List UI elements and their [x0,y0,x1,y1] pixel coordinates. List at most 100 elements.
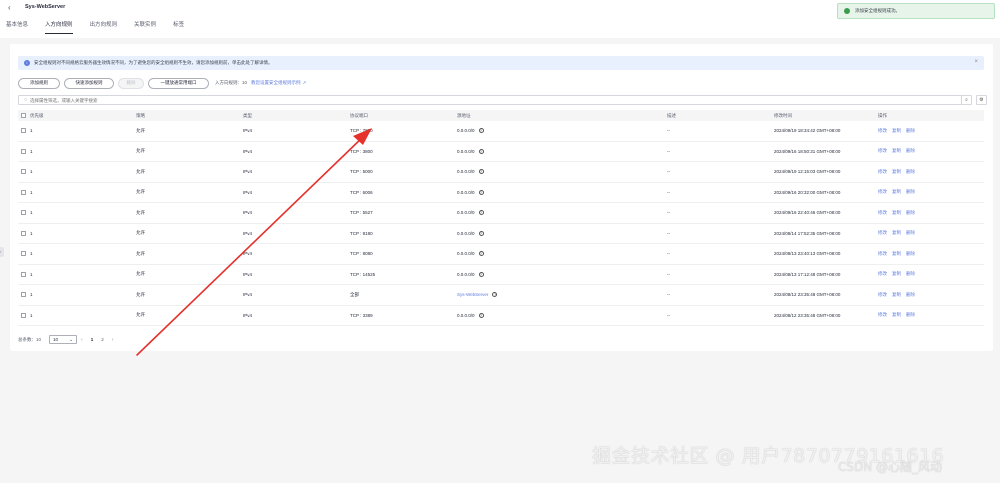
row-checkbox[interactable] [18,230,28,236]
help-icon[interactable]: ? [478,189,484,195]
delete-link[interactable]: 删除 [906,210,915,216]
chevron-left-icon[interactable]: ‹ [8,3,11,12]
add-rule-button[interactable]: 添加规则 [18,77,60,89]
search-input[interactable] [30,97,431,103]
cell-source: Sys-WebServer? [457,292,667,298]
delete-link[interactable]: 删除 [906,189,915,195]
source-value: 0.0.0.0/0 [457,148,475,154]
cell-protocol-port: TCP : 7860 [350,128,373,134]
row-checkbox[interactable] [18,292,28,298]
delete-link[interactable]: 删除 [906,271,915,277]
cell-policy: 允许 [136,189,145,195]
cell-description: -- [667,271,670,277]
modify-link[interactable]: 修改 [878,148,887,154]
row-checkbox[interactable] [18,148,28,154]
copy-link[interactable]: 复制 [892,210,901,216]
delete-link[interactable]: 删除 [906,230,915,236]
delete-link[interactable]: 删除 [906,292,915,298]
copy-link[interactable]: 复制 [892,251,901,257]
source-value: 0.0.0.0/0 [457,230,475,236]
tab-outbound-rules[interactable]: 出方向规则 [90,20,118,34]
cell-protocol-port: TCP : 14525 [350,271,376,277]
cell-policy: 允许 [136,230,145,236]
delete-link[interactable]: 删除 [906,128,915,134]
modify-link[interactable]: 修改 [878,169,887,175]
tab-associated-instances[interactable]: 关联实例 [134,20,156,34]
table-row: 1 允许 IPv4 TCP : 3389 0.0.0.0/0? -- 2024/08/12 … [18,306,984,326]
header-type: 类型 [243,112,252,118]
source-value[interactable]: Sys-WebServer [457,292,488,297]
toast-message: 添加安全组规则成功。 [855,8,900,13]
header-modified-time: 修改时间 [774,112,792,118]
help-icon[interactable]: ? [492,292,498,298]
delete-link[interactable]: 删除 [906,148,915,154]
tab-inbound-rules[interactable]: 入方向规则 [45,20,73,34]
cell-description: -- [667,169,670,175]
modify-link[interactable]: 修改 [878,251,887,257]
cell-protocol-port: TCP : 5000 [350,169,373,175]
table-row: 1 允许 IPv4 TCP : 6006 0.0.0.0/0? -- 2024/09/16 … [18,183,984,203]
copy-link[interactable]: 复制 [892,169,901,175]
open-common-ports-button[interactable]: 一键放通常用端口 [148,77,209,89]
delete-link[interactable]: 删除 [906,312,915,318]
modify-link[interactable]: 修改 [878,271,887,277]
copy-link[interactable]: 复制 [892,312,901,318]
row-checkbox[interactable] [18,312,28,318]
next-page-icon[interactable]: › [112,337,114,343]
copy-link[interactable]: 复制 [892,189,901,195]
quick-add-rule-button[interactable]: 快速添加规则 [64,77,114,89]
rule-example-link[interactable]: 教您设置安全组规则示例 [251,80,301,86]
search-box[interactable]: ○ [18,95,966,105]
row-checkbox[interactable] [18,251,28,257]
cell-policy: 允许 [136,168,145,174]
delete-link[interactable]: 删除 [906,169,915,175]
delete-link[interactable]: 删除 [906,251,915,257]
help-icon[interactable]: ? [478,251,484,257]
modify-link[interactable]: 修改 [878,128,887,134]
close-icon[interactable]: × [974,59,978,65]
success-toast: 添加安全组规则成功。 [837,3,995,19]
help-icon[interactable]: ? [478,148,484,154]
help-icon[interactable]: ? [478,230,484,236]
prev-page-icon[interactable]: ‹ [81,337,83,343]
help-icon[interactable]: ? [478,128,484,134]
modify-link[interactable]: 修改 [878,230,887,236]
help-icon[interactable]: ? [478,271,484,277]
modify-link[interactable]: 修改 [878,312,887,318]
copy-link[interactable]: 复制 [892,292,901,298]
sidebar-toggle[interactable]: › [0,247,4,257]
settings-icon[interactable]: ⚙ [976,95,987,105]
cell-modified-time: 2024/09/16 20:32:00 GMT+08:00 [774,189,841,195]
cell-type: IPv4 [243,230,253,236]
help-icon[interactable]: ? [478,210,484,216]
modify-link[interactable]: 修改 [878,210,887,216]
row-checkbox[interactable] [18,169,28,175]
row-checkbox[interactable] [18,210,28,216]
cell-policy: 允许 [136,291,145,297]
copy-link[interactable]: 复制 [892,148,901,154]
page-2[interactable]: 2 [101,337,104,342]
modify-link[interactable]: 修改 [878,189,887,195]
page-1[interactable]: 1 [91,337,94,342]
search-icon[interactable]: ⌕ [961,95,972,105]
copy-link[interactable]: 复制 [892,128,901,134]
row-checkbox[interactable] [18,271,28,277]
help-icon[interactable]: ? [478,169,484,175]
cell-protocol-port: TCP : 3389 [350,312,373,318]
copy-link[interactable]: 复制 [892,271,901,277]
copy-link[interactable]: 复制 [892,230,901,236]
cell-protocol-port: TCP : 3800 [350,148,373,154]
delete-button[interactable]: 删除 [118,77,144,89]
select-all-checkbox[interactable] [18,113,28,118]
modify-link[interactable]: 修改 [878,292,887,298]
cell-priority: 1 [30,169,33,175]
tab-basic-info[interactable]: 基本信息 [6,20,28,34]
row-checkbox[interactable] [18,189,28,195]
tab-tags[interactable]: 标签 [173,20,184,34]
row-checkbox[interactable] [18,128,28,134]
help-icon[interactable]: ? [478,312,484,318]
rules-panel: i 安全组规则对不同规格云服务器生效情况不同，为了避免您的安全组规则不生效，请您… [10,44,993,351]
cell-operations: 修改 复制 删除 [878,210,984,216]
header-protocol-port: 协议端口 [350,112,368,118]
page-size-select[interactable]: 10 ⌄ [49,335,78,344]
